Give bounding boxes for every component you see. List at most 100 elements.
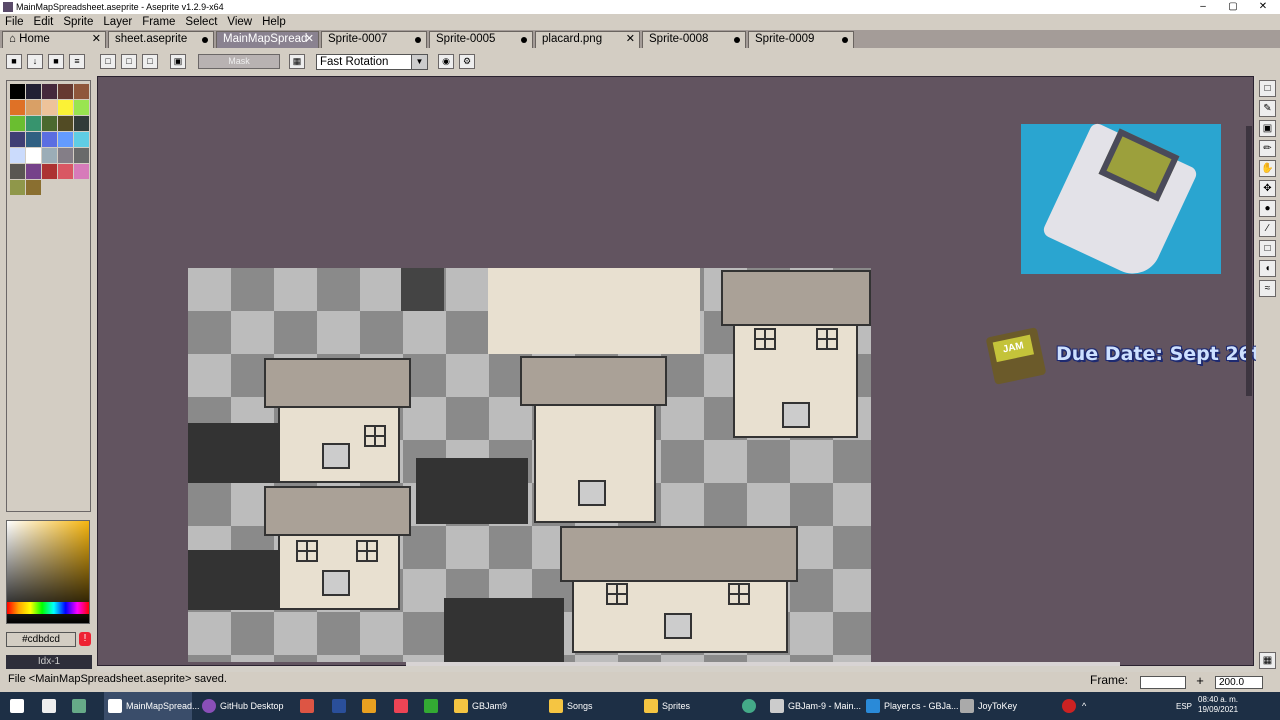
eraser-tool-icon[interactable]: ▣ [1259, 120, 1276, 137]
selection-subtract-icon[interactable]: □ [142, 54, 158, 69]
menu-view[interactable]: View [222, 14, 257, 30]
palette-swatch[interactable] [74, 164, 89, 179]
palette-swatch[interactable] [10, 164, 25, 179]
taskbar-app[interactable] [738, 692, 758, 720]
lock-icon[interactable]: ■ [6, 54, 22, 69]
palette-swatch[interactable] [26, 116, 41, 131]
selection-add-icon[interactable]: □ [121, 54, 137, 69]
transparent-color-mask-button[interactable]: Mask [198, 54, 280, 69]
rotation-algorithm-select[interactable]: Fast Rotation ▼ [316, 54, 428, 70]
eyedropper-tool-icon[interactable]: ✏ [1259, 140, 1276, 157]
vertical-scrollbar[interactable] [1246, 126, 1252, 396]
menu-edit[interactable]: Edit [29, 14, 59, 30]
menu-layer[interactable]: Layer [98, 14, 137, 30]
taskbar-item-unity[interactable]: GBJam-9 - Main... [766, 692, 861, 720]
tab-home[interactable]: ⌂ Home ✕ [2, 31, 106, 48]
sprite-canvas[interactable] [188, 268, 871, 662]
taskbar-item-vscode[interactable]: Player.cs - GBJa... [862, 692, 959, 720]
taskbar-app[interactable] [328, 692, 348, 720]
contour-tool-icon[interactable]: ◖ [1259, 260, 1276, 277]
color-hex-value[interactable]: #cdbdcd [6, 632, 76, 647]
taskbar-app[interactable] [390, 692, 410, 720]
frame-input[interactable] [1140, 676, 1186, 689]
palette-swatch[interactable] [42, 116, 57, 131]
menu-select[interactable]: Select [180, 14, 222, 30]
tab-sprite-0005[interactable]: Sprite-0005 [429, 31, 533, 48]
taskbar-app[interactable] [296, 692, 316, 720]
tab-placard[interactable]: placard.png ✕ [535, 31, 640, 48]
system-clock[interactable]: 08:40 a. m. 19/09/2021 [1198, 695, 1238, 715]
palette-swatch[interactable] [42, 164, 57, 179]
taskbar-app[interactable] [36, 692, 62, 720]
close-tab-icon[interactable]: ✕ [92, 32, 101, 47]
palette-swatch[interactable] [10, 132, 25, 147]
close-window-button[interactable]: ✕ [1248, 0, 1278, 14]
taskbar-app[interactable] [420, 692, 440, 720]
hue-slider[interactable] [7, 602, 89, 614]
input-language[interactable]: ESP [1176, 702, 1192, 711]
palette-swatch[interactable] [10, 180, 25, 195]
palette-swatch[interactable] [58, 148, 73, 163]
palette-swatch[interactable] [42, 84, 57, 99]
tray-record-icon[interactable] [1058, 692, 1076, 720]
taskbar-item-joytokey[interactable]: JoyToKey [956, 692, 1036, 720]
rectangle-tool-icon[interactable]: □ [1259, 240, 1276, 257]
taskbar-item-gbjam9[interactable]: GBJam9 [450, 692, 540, 720]
palette-swatch[interactable] [10, 100, 25, 115]
palette-swatch[interactable] [26, 132, 41, 147]
hand-tool-icon[interactable]: ✋ [1259, 160, 1276, 177]
selection-intersect-icon[interactable]: ▣ [170, 54, 186, 69]
menu-frame[interactable]: Frame [137, 14, 180, 30]
taskbar-item-github[interactable]: GitHub Desktop [198, 692, 288, 720]
stop-icon[interactable]: ■ [48, 54, 64, 69]
palette-swatch[interactable] [10, 116, 25, 131]
palette-swatch[interactable] [74, 116, 89, 131]
palette-swatch[interactable] [26, 164, 41, 179]
selection-replace-icon[interactable]: □ [100, 54, 116, 69]
palette-swatch[interactable] [74, 148, 89, 163]
palette-swatch[interactable] [74, 132, 89, 147]
settings-icon[interactable]: ⚙ [459, 54, 475, 69]
line-tool-icon[interactable]: ∕ [1259, 220, 1276, 237]
tray-chevron-up-icon[interactable]: ^ [1080, 692, 1094, 720]
marquee-tool-icon[interactable]: □ [1259, 80, 1276, 97]
palette-swatch[interactable] [26, 100, 41, 115]
grid-options-icon[interactable]: ▦ [289, 54, 305, 69]
tab-sprite-0009[interactable]: Sprite-0009 [748, 31, 854, 48]
warning-icon[interactable]: ! [79, 632, 91, 646]
palette-swatch[interactable] [58, 164, 73, 179]
horizontal-scrollbar[interactable] [406, 662, 1120, 666]
list-icon[interactable]: ≡ [69, 54, 85, 69]
taskbar-app[interactable] [66, 692, 92, 720]
menu-sprite[interactable]: Sprite [58, 14, 98, 30]
pivot-icon[interactable]: ◉ [438, 54, 454, 69]
palette-swatch[interactable] [10, 84, 25, 99]
menu-file[interactable]: File [0, 14, 29, 30]
minimize-button[interactable]: – [1188, 0, 1218, 14]
taskbar-item-aseprite[interactable]: MainMapSpread... [104, 692, 200, 720]
tab-mainmapspread[interactable]: MainMapSpread ✕ [216, 31, 319, 48]
palette-swatch[interactable] [26, 148, 41, 163]
palette-swatch[interactable] [42, 148, 57, 163]
start-button[interactable] [0, 692, 34, 720]
blur-tool-icon[interactable]: ≈ [1259, 280, 1276, 297]
palette-swatch[interactable] [58, 132, 73, 147]
timeline-toggle-icon[interactable]: ▦ [1259, 652, 1276, 669]
close-tab-icon[interactable]: ✕ [305, 32, 314, 47]
fill-tool-icon[interactable]: ● [1259, 200, 1276, 217]
palette-swatch[interactable] [26, 84, 41, 99]
pencil-tool-icon[interactable]: ✎ [1259, 100, 1276, 117]
maximize-button[interactable]: ▢ [1218, 0, 1248, 14]
palette-swatch[interactable] [10, 148, 25, 163]
taskbar-app[interactable] [358, 692, 378, 720]
palette-swatch[interactable] [58, 100, 73, 115]
menu-help[interactable]: Help [257, 14, 291, 30]
new-frame-button[interactable]: + [1193, 674, 1207, 689]
tab-sprite-0008[interactable]: Sprite-0008 [642, 31, 746, 48]
tab-sprite-0007[interactable]: Sprite-0007 [321, 31, 427, 48]
taskbar-item-songs[interactable]: Songs [545, 692, 633, 720]
palette-swatch[interactable] [74, 84, 89, 99]
zoom-input[interactable]: 200.0 [1215, 676, 1263, 689]
move-tool-icon[interactable]: ✥ [1259, 180, 1276, 197]
palette-swatch[interactable] [26, 180, 41, 195]
